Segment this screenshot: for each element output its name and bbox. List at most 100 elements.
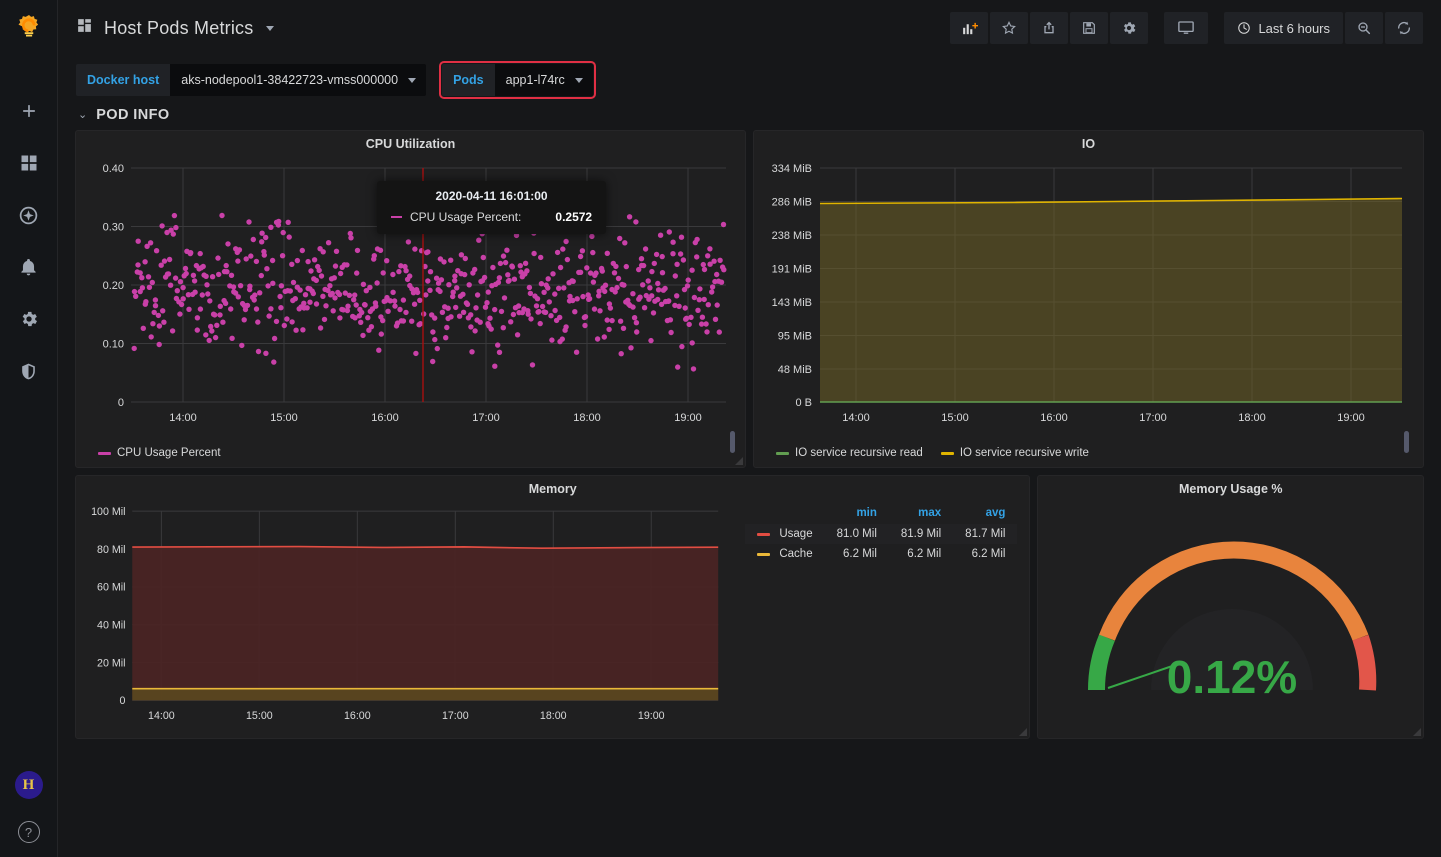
legend-item[interactable]: IO service recursive read (776, 447, 923, 459)
sidebar-item-configuration[interactable] (10, 304, 48, 334)
legend-max-value: 6.2 Mil (889, 544, 953, 564)
cpu-utilization-panel: CPU Utilization (75, 130, 746, 468)
svg-text:60 Mil: 60 Mil (97, 582, 125, 594)
share-dashboard-button[interactable] (1030, 12, 1068, 44)
panel-resize-handle[interactable] (1017, 726, 1028, 737)
panel-row-1: CPU Utilization (62, 130, 1437, 475)
row-header-pod-info[interactable]: ⌄ POD INFO (58, 100, 1441, 130)
svg-text:17:00: 17:00 (472, 412, 500, 424)
svg-text:0.30: 0.30 (103, 222, 124, 234)
panel-row-2: Memory (62, 475, 1437, 746)
panel-scroll-pip[interactable] (1404, 431, 1409, 453)
sidebar-item-create[interactable] (10, 96, 48, 126)
legend-header-max[interactable]: max (889, 504, 953, 524)
legend-item[interactable]: IO service recursive write (941, 447, 1089, 459)
variable-docker-host[interactable]: Docker host aks-nodepool1-38422723-vmss0… (76, 64, 426, 96)
top-navbar: Host Pods Metrics (58, 0, 1441, 56)
variable-pods-label: Pods (442, 64, 495, 96)
legend-row-cache[interactable]: Cache 6.2 Mil 6.2 Mil 6.2 Mil (745, 544, 1017, 564)
svg-text:0.10: 0.10 (103, 339, 124, 351)
svg-text:0.40: 0.40 (103, 163, 124, 175)
svg-text:48 MiB: 48 MiB (778, 364, 812, 376)
chevron-down-icon (266, 26, 274, 31)
time-controls: Last 6 hours (1224, 12, 1423, 44)
legend-avg-value: 6.2 Mil (953, 544, 1017, 564)
legend-item[interactable]: CPU Usage Percent (98, 447, 221, 459)
legend-series-cell: Cache (745, 544, 824, 564)
chart-tooltip: 2020-04-11 16:01:00 CPU Usage Percent: 0… (377, 181, 606, 234)
time-range-picker[interactable]: Last 6 hours (1224, 12, 1343, 44)
zoom-out-button[interactable] (1345, 12, 1383, 44)
sidebar-item-alerting[interactable] (10, 252, 48, 282)
legend-color-swatch (757, 533, 770, 536)
legend-row-usage[interactable]: Usage 81.0 Mil 81.9 Mil 81.7 Mil (745, 524, 1017, 544)
tooltip-series-label: CPU Usage Percent: (410, 210, 521, 224)
mark-favorite-button[interactable] (990, 12, 1028, 44)
panel-scroll-pip[interactable] (730, 431, 735, 453)
tooltip-value: 0.2572 (555, 210, 592, 224)
legend-header-avg[interactable]: avg (953, 504, 1017, 524)
help-icon[interactable]: ? (18, 821, 40, 843)
legend-max-value: 81.9 Mil (889, 524, 953, 544)
svg-text:95 MiB: 95 MiB (778, 331, 812, 343)
svg-text:19:00: 19:00 (1337, 412, 1365, 424)
time-range-label: Last 6 hours (1258, 21, 1330, 36)
panel-grid: CPU Utilization (58, 130, 1441, 746)
variable-pods-value[interactable]: app1-l74rc (495, 64, 593, 96)
svg-text:191 MiB: 191 MiB (772, 264, 812, 276)
sidebar-item-dashboards[interactable] (10, 148, 48, 178)
io-chart[interactable]: 334 MiB 286 MiB 238 MiB 191 MiB 143 MiB … (754, 153, 1424, 438)
dashboard-settings-button[interactable] (1110, 12, 1148, 44)
svg-text:17:00: 17:00 (1139, 412, 1167, 424)
save-dashboard-button[interactable] (1070, 12, 1108, 44)
sidebar: H ? (0, 0, 58, 857)
svg-text:14:00: 14:00 (842, 412, 870, 424)
add-panel-button[interactable] (950, 12, 988, 44)
memory-chart[interactable]: 100 Mil 80 Mil 60 Mil 40 Mil 20 Mil 0 14… (76, 498, 745, 730)
refresh-button[interactable] (1385, 12, 1423, 44)
main-area: Host Pods Metrics (58, 0, 1441, 857)
svg-text:40 Mil: 40 Mil (97, 620, 125, 632)
gauge-arc-red (1361, 638, 1368, 690)
row-title: POD INFO (96, 107, 169, 123)
tooltip-color-swatch (391, 216, 402, 219)
memory-usage-area (132, 547, 718, 701)
clock-icon (1237, 21, 1251, 35)
cpu-legend: CPU Usage Percent (76, 443, 745, 459)
legend-color-swatch (776, 452, 789, 455)
svg-text:16:00: 16:00 (371, 412, 399, 424)
svg-text:0: 0 (118, 397, 124, 409)
cycle-view-mode-button[interactable] (1164, 12, 1208, 44)
variable-pods[interactable]: Pods app1-l74rc (442, 64, 593, 96)
svg-text:15:00: 15:00 (270, 412, 298, 424)
toolbar-group-view (1164, 12, 1208, 44)
memory-usage-gauge[interactable]: 0.12% (1038, 498, 1424, 734)
variable-docker-host-value-text: aks-nodepool1-38422723-vmss000000 (181, 73, 398, 87)
legend-series-name: Usage (779, 528, 812, 540)
toolbar-group-primary (950, 12, 1148, 44)
svg-text:14:00: 14:00 (169, 412, 197, 424)
memory-cache-area (132, 689, 718, 701)
variable-docker-host-value[interactable]: aks-nodepool1-38422723-vmss000000 (170, 64, 426, 96)
svg-text:0: 0 (120, 695, 126, 707)
legend-label: IO service recursive write (960, 447, 1089, 459)
sidebar-bottom: H ? (15, 771, 43, 857)
page-title: Host Pods Metrics (104, 18, 253, 39)
panel-resize-handle[interactable] (1411, 726, 1422, 737)
sidebar-item-explore[interactable] (10, 200, 48, 230)
toolbar: Last 6 hours (950, 12, 1423, 44)
panel-resize-handle[interactable] (733, 455, 744, 466)
chevron-down-icon (575, 78, 583, 83)
legend-header-min[interactable]: min (825, 504, 889, 524)
svg-text:19:00: 19:00 (638, 710, 665, 722)
sidebar-item-server-admin[interactable] (10, 356, 48, 386)
memory-panel: Memory (75, 475, 1030, 739)
grafana-logo-icon[interactable] (0, 0, 58, 56)
avatar[interactable]: H (15, 771, 43, 799)
legend-min-value: 6.2 Mil (825, 544, 889, 564)
dashboard-title-picker[interactable]: Host Pods Metrics (76, 17, 274, 39)
io-legend: IO service recursive read IO service rec… (754, 443, 1423, 459)
gauge-arc-green (1097, 638, 1108, 690)
avatar-initial: H (23, 777, 35, 794)
legend-color-swatch (941, 452, 954, 455)
